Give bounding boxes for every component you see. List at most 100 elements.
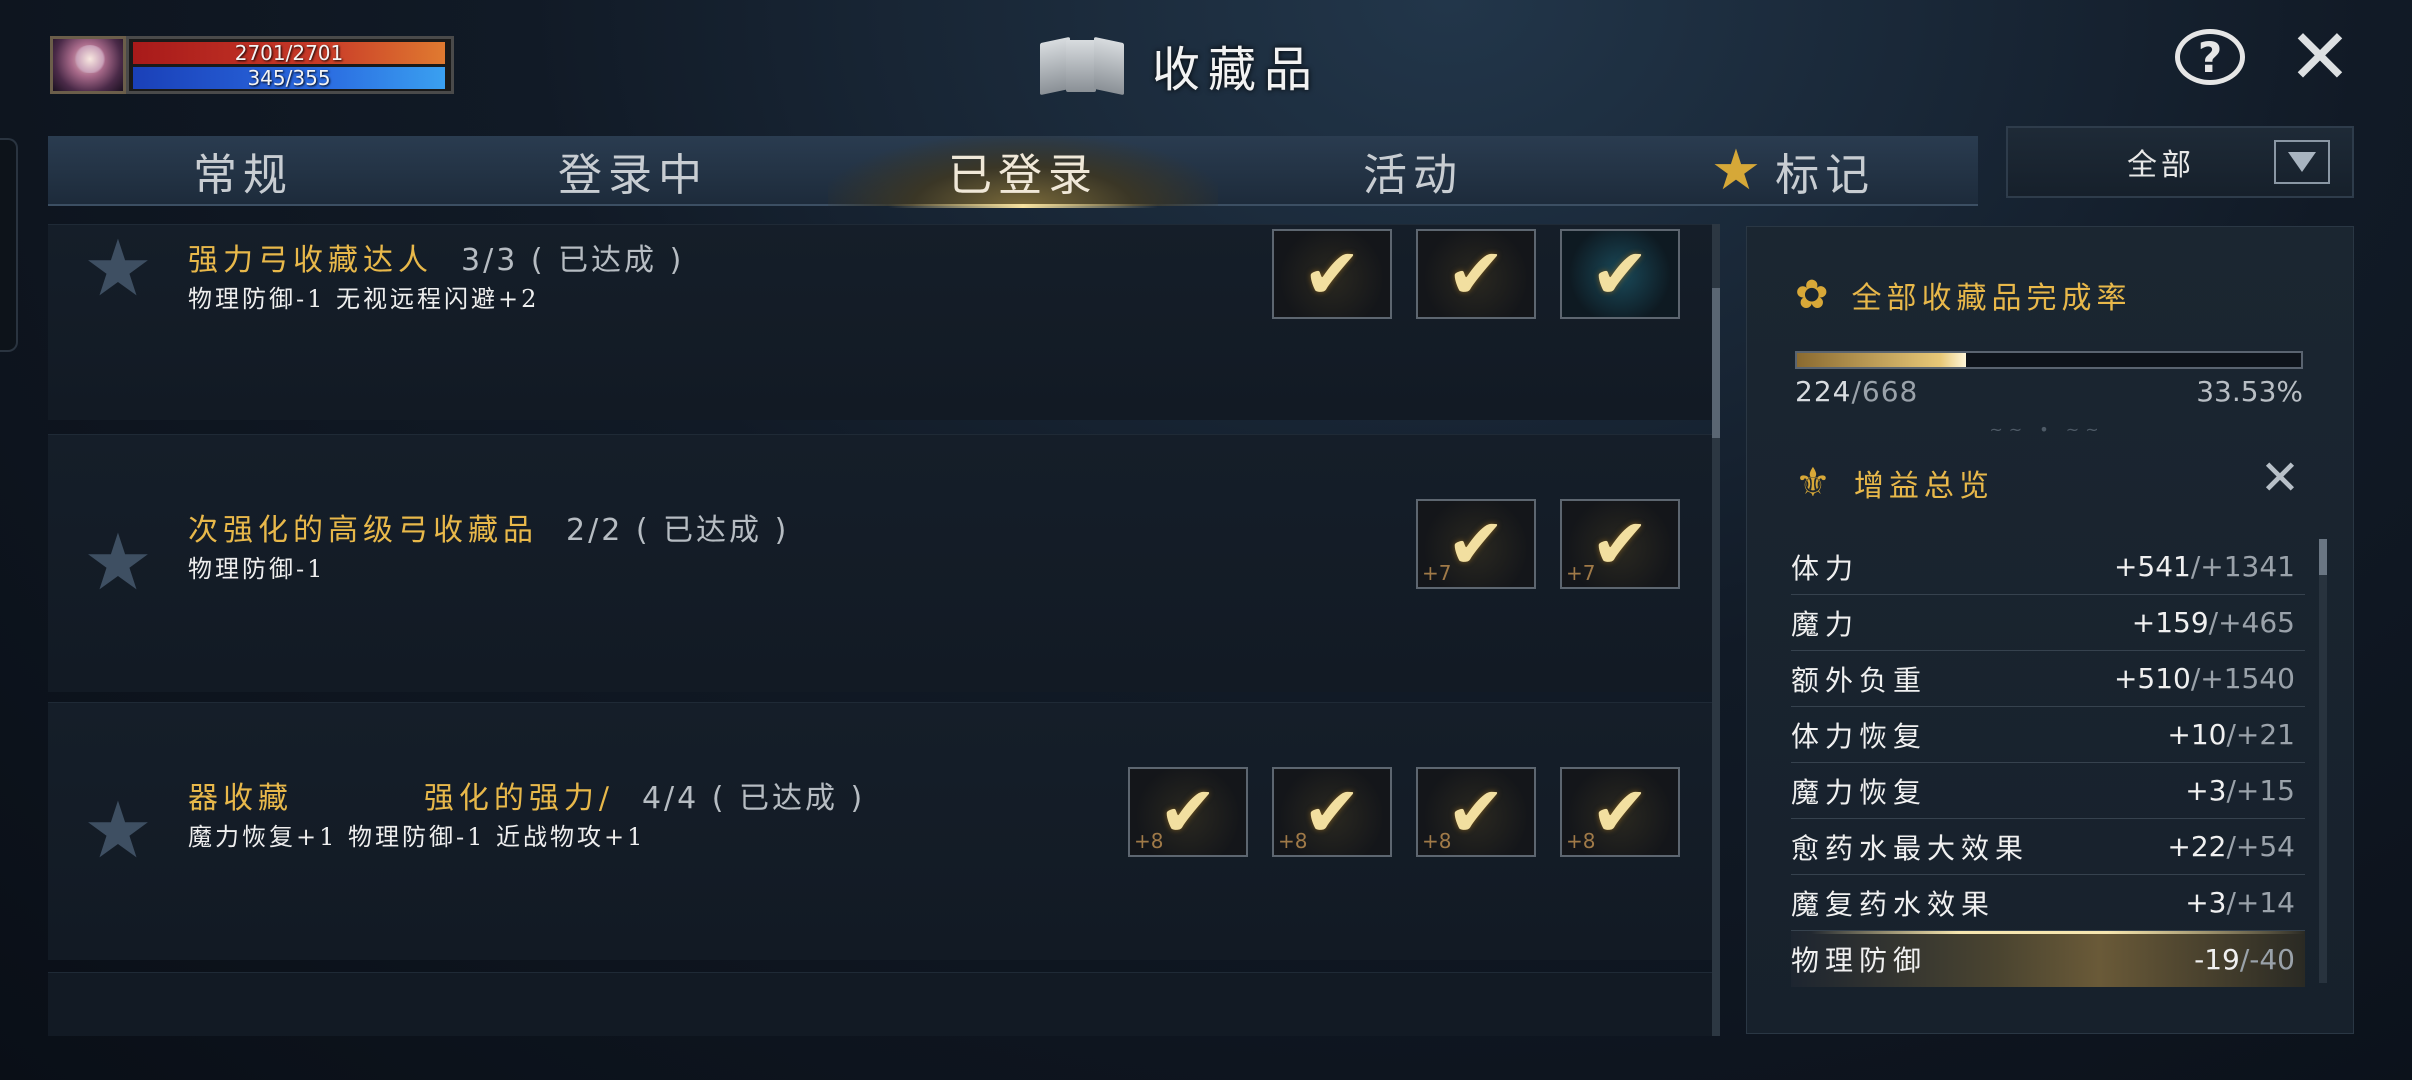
close-icon: ✕ bbox=[2259, 450, 2301, 506]
stat-max: /+14 bbox=[2226, 886, 2295, 919]
tab-general[interactable]: 常规 bbox=[48, 136, 438, 206]
collection-name: 次强化的高级弓收藏品 bbox=[188, 513, 538, 548]
collection-card-partial[interactable] bbox=[48, 972, 1712, 1036]
stat-max: /+54 bbox=[2226, 830, 2295, 863]
stat-row: 魔力 +159/+465 bbox=[1791, 595, 2305, 651]
hp-bar: 2701/2701 bbox=[133, 42, 445, 64]
filter-dropdown[interactable]: 全部 bbox=[2006, 126, 2354, 198]
tab-label: 登录中 bbox=[558, 150, 708, 201]
item-slot[interactable]: ✔ bbox=[1272, 229, 1392, 319]
tab-label: 标记 bbox=[1775, 150, 1876, 201]
book-icon bbox=[1036, 34, 1132, 96]
collection-card[interactable]: ★ 次强化的高级弓收藏品 2/2 ( 已达成 ) 物理防御-1 ✔ +7 ✔ +7 bbox=[48, 434, 1712, 692]
stat-max: /+15 bbox=[2226, 774, 2295, 807]
stats-scrollbar[interactable] bbox=[2319, 539, 2327, 983]
stat-value: +159 bbox=[2131, 606, 2209, 639]
buff-close-button[interactable]: ✕ bbox=[2255, 454, 2305, 502]
stat-value-group: +3/+14 bbox=[2185, 886, 2295, 919]
mp-text: 345/355 bbox=[247, 66, 331, 90]
collection-title: 次强化的高级弓收藏品 2/2 ( 已达成 ) bbox=[188, 505, 789, 549]
side-edge-handle[interactable] bbox=[0, 138, 18, 352]
checkmark-icon: ✔ bbox=[1590, 233, 1650, 315]
completion-title: 全部收藏品完成率 bbox=[1851, 281, 2132, 316]
tab-marked[interactable]: ★ 标记 bbox=[1608, 136, 1978, 206]
item-slot[interactable]: ✔ bbox=[1560, 229, 1680, 319]
status-bars: 2701/2701 345/355 bbox=[126, 36, 454, 94]
collection-bonus: 物理防御-1 bbox=[188, 555, 326, 583]
fleur-de-lis-icon: ⚜ bbox=[1795, 460, 1836, 506]
stat-value-group: +10/+21 bbox=[2167, 718, 2295, 751]
buff-header: ⚜ 增益总览 bbox=[1795, 461, 1994, 505]
enhance-level: +8 bbox=[1566, 829, 1596, 853]
checkmark-icon: ✔ bbox=[1302, 233, 1362, 315]
collection-bonus: 魔力恢复+1 物理防御-1 近战物攻+1 bbox=[188, 823, 646, 851]
item-slot[interactable]: ✔ bbox=[1416, 229, 1536, 319]
flower-icon: ✿ bbox=[1795, 272, 1834, 318]
collection-progress: 3/3 ( 已达成 ) bbox=[461, 243, 685, 278]
stat-value: +22 bbox=[2167, 830, 2227, 863]
enhance-level: +7 bbox=[1422, 561, 1452, 585]
tab-events[interactable]: 活动 bbox=[1218, 136, 1608, 206]
stat-value: +541 bbox=[2113, 550, 2191, 583]
mp-bar: 345/355 bbox=[133, 67, 445, 89]
completion-percent: 33.53% bbox=[2196, 375, 2303, 408]
item-slot[interactable]: ✔ +8 bbox=[1416, 767, 1536, 857]
enhance-level: +8 bbox=[1422, 829, 1452, 853]
tab-label: 活动 bbox=[1363, 150, 1463, 201]
item-slot[interactable]: ✔ +8 bbox=[1128, 767, 1248, 857]
scrollbar-thumb[interactable] bbox=[2319, 539, 2327, 575]
star-icon[interactable]: ★ bbox=[78, 791, 158, 871]
collection-bonus: 物理防御-1 无视远程闪避+2 bbox=[188, 285, 540, 313]
tab-registering[interactable]: 登录中 bbox=[438, 136, 828, 206]
close-button[interactable]: ✕ bbox=[2280, 19, 2360, 95]
character-avatar[interactable] bbox=[50, 36, 126, 94]
stat-max: /+1341 bbox=[2190, 550, 2295, 583]
help-button[interactable]: ? bbox=[2172, 28, 2248, 86]
collection-card[interactable]: ★ 强力弓收藏达人 3/3 ( 已达成 ) 物理防御-1 无视远程闪避+2 ✔ ✔… bbox=[48, 224, 1712, 420]
collection-name: 强力弓收藏达人 bbox=[188, 243, 433, 278]
stat-value-group: +3/+15 bbox=[2185, 774, 2295, 807]
player-status: 2701/2701 345/355 bbox=[50, 36, 454, 94]
completion-progress-bar bbox=[1795, 351, 2303, 369]
list-scrollbar[interactable] bbox=[1712, 224, 1720, 1036]
tab-registered[interactable]: 已登录 bbox=[828, 136, 1218, 208]
stat-name: 额外负重 bbox=[1791, 663, 1928, 697]
tab-label: 已登录 bbox=[948, 150, 1098, 201]
stat-max: /+1540 bbox=[2190, 662, 2295, 695]
collection-name: 器收藏 强化的强力/ bbox=[188, 781, 614, 816]
close-icon: ✕ bbox=[2288, 12, 2352, 101]
buff-stat-list[interactable]: 体力 +541/+1341 魔力 +159/+465 额外负重 +510/+15… bbox=[1791, 539, 2305, 1009]
stat-name: 魔力恢复 bbox=[1791, 775, 1928, 809]
page-header: 收藏品 bbox=[1036, 30, 1320, 100]
item-slot[interactable]: ✔ +7 bbox=[1416, 499, 1536, 589]
stat-value: +510 bbox=[2113, 662, 2191, 695]
dropdown-arrow-icon bbox=[2274, 140, 2330, 184]
help-icon: ? bbox=[2175, 29, 2245, 85]
hp-text: 2701/2701 bbox=[234, 41, 344, 65]
collection-card[interactable]: ★ 器收藏 强化的强力/4/4 ( 已达成 ) 魔力恢复+1 物理防御-1 近战… bbox=[48, 702, 1712, 960]
enhance-level: +8 bbox=[1278, 829, 1308, 853]
stat-row: 体力 +541/+1341 bbox=[1791, 539, 2305, 595]
scrollbar-thumb[interactable] bbox=[1712, 288, 1720, 438]
collection-progress: 4/4 ( 已达成 ) bbox=[641, 781, 866, 816]
star-icon[interactable]: ★ bbox=[78, 523, 158, 603]
stat-name: 愈药水最大效果 bbox=[1791, 831, 2030, 865]
enhance-level: +7 bbox=[1566, 561, 1596, 585]
stat-value: -19 bbox=[2194, 942, 2240, 976]
tab-label: 常规 bbox=[193, 150, 293, 201]
completion-progress-fill bbox=[1797, 353, 1966, 367]
enhance-level: +8 bbox=[1134, 829, 1164, 853]
star-icon[interactable]: ★ bbox=[78, 229, 158, 309]
stat-row: 魔力恢复 +3/+15 bbox=[1791, 763, 2305, 819]
stat-name: 体力恢复 bbox=[1791, 719, 1928, 753]
collection-list[interactable]: ★ 强力弓收藏达人 3/3 ( 已达成 ) 物理防御-1 无视远程闪避+2 ✔ ✔… bbox=[48, 224, 1712, 1036]
stat-value-group: +22/+54 bbox=[2167, 830, 2295, 863]
item-slot[interactable]: ✔ +8 bbox=[1560, 767, 1680, 857]
stat-max: /+21 bbox=[2226, 718, 2295, 751]
stat-value-group: +510/+1540 bbox=[2114, 662, 2295, 695]
item-slot[interactable]: ✔ +7 bbox=[1560, 499, 1680, 589]
item-slot[interactable]: ✔ +8 bbox=[1272, 767, 1392, 857]
stat-row: 额外负重 +510/+1540 bbox=[1791, 651, 2305, 707]
stat-value-group: +541/+1341 bbox=[2114, 550, 2295, 583]
stat-name: 魔复药水效果 bbox=[1791, 887, 1996, 921]
